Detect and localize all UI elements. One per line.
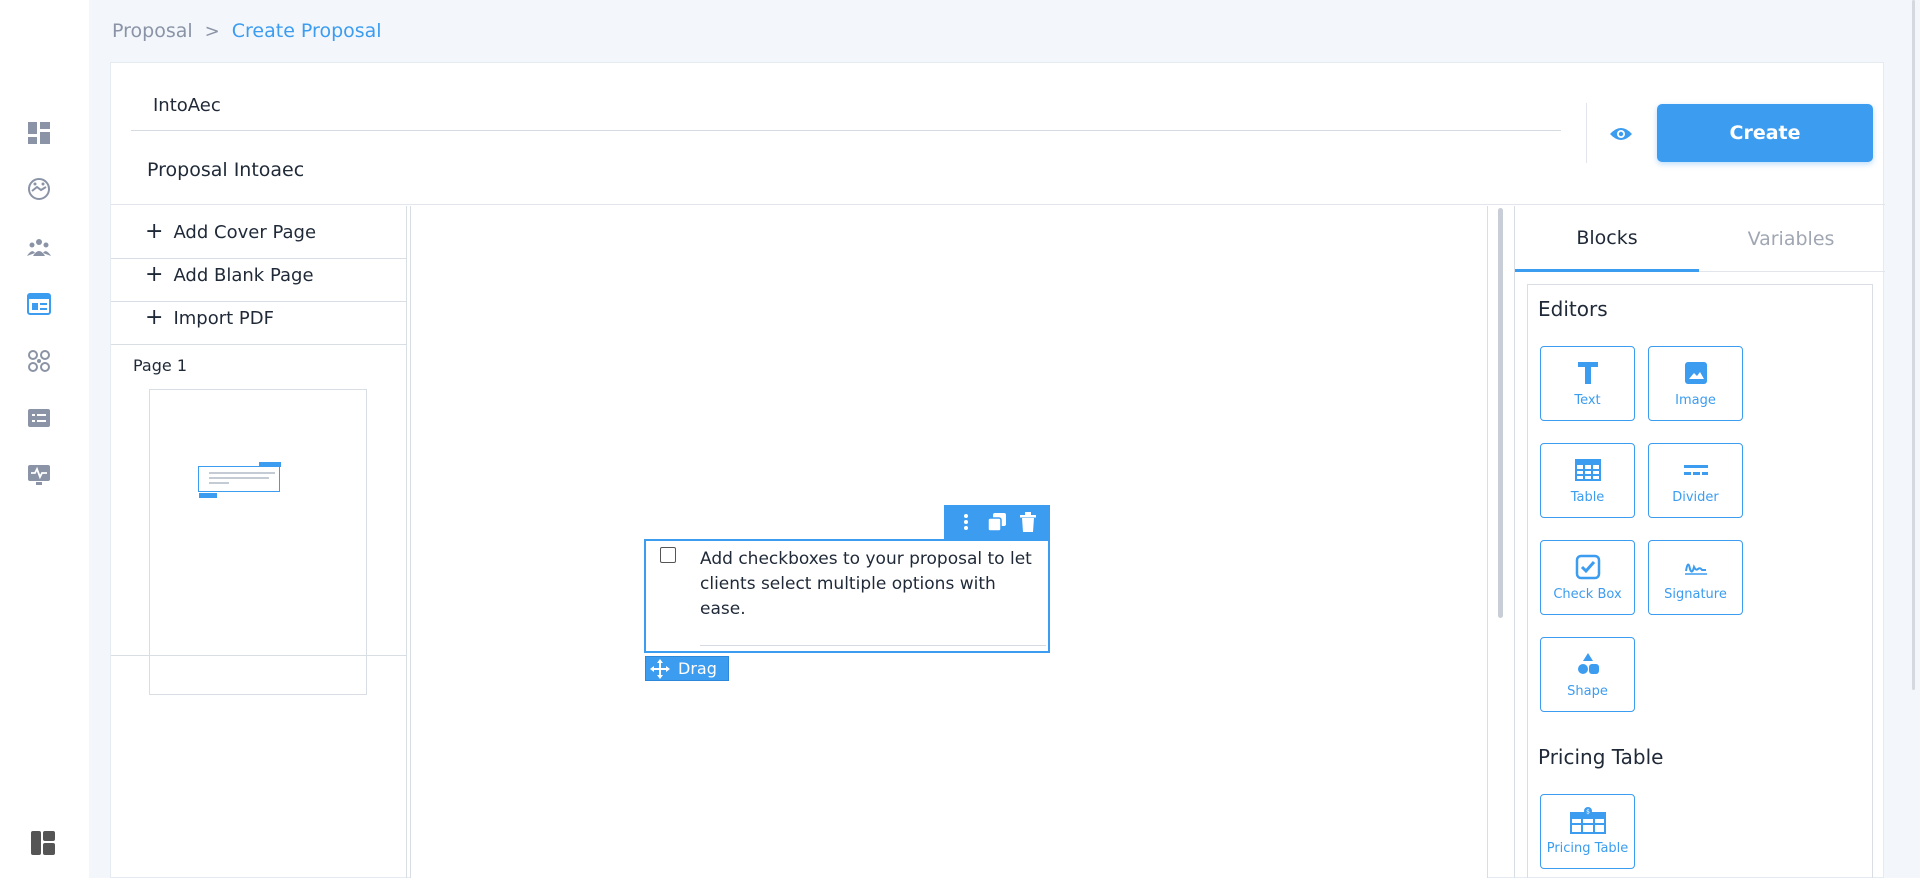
proposal-template-icon [27, 293, 51, 315]
nav-item-integrations[interactable] [24, 346, 54, 376]
move-icon [650, 658, 670, 679]
plus-icon: + [145, 219, 164, 244]
team-icon [27, 239, 51, 256]
blocks-panel: Blocks Variables Editors Text Image Tabl… [1514, 206, 1885, 878]
table-icon [1574, 459, 1601, 481]
block-checkbox-label: Check Box [1553, 587, 1622, 602]
block-shape-label: Shape [1567, 684, 1608, 699]
editor-card: Create + Add Cover Page + Add Blank Page… [110, 62, 1885, 878]
pricing-heading: Pricing Table [1538, 745, 1664, 769]
drag-label: Drag [678, 659, 717, 678]
block-signature[interactable]: Signature [1648, 540, 1743, 615]
divider-icon [1683, 465, 1708, 475]
nav-item-team[interactable] [24, 232, 54, 262]
svg-text:$: $ [1586, 809, 1590, 816]
tab-variables[interactable]: Variables [1699, 206, 1883, 272]
block-text-label: Text [1574, 393, 1601, 408]
block-shape[interactable]: Shape [1540, 637, 1635, 712]
nav-item-dashboard[interactable] [24, 118, 54, 148]
duplicate-block-button[interactable] [984, 509, 1010, 535]
delete-block-button[interactable] [1015, 509, 1041, 535]
block-image-label: Image [1675, 393, 1716, 408]
checkbox-block-text[interactable]: Add checkboxes to your proposal to let c… [700, 547, 1046, 622]
tab-blocks[interactable]: Blocks [1515, 206, 1699, 272]
integrations-icon [28, 350, 50, 372]
sidebar-nav [0, 0, 89, 878]
nav-item-clients[interactable] [24, 175, 54, 205]
signature-icon [1684, 563, 1707, 575]
image-icon [1684, 362, 1707, 384]
thumbnail-drag-tag [199, 493, 217, 498]
breadcrumb-parent[interactable]: Proposal [112, 20, 193, 42]
blocks-list: Editors Text Image Table Divider Check B… [1527, 284, 1873, 878]
shape-icon [1577, 653, 1599, 674]
pages-panel: + Add Cover Page + Add Blank Page + Impo… [111, 206, 407, 878]
kebab-menu-icon [963, 514, 968, 530]
breadcrumb-current: Create Proposal [231, 20, 382, 42]
handshake-icon [28, 178, 50, 200]
block-toolbar [944, 505, 1050, 539]
import-pdf-button[interactable]: + Import PDF [111, 292, 407, 345]
plus-icon: + [145, 305, 164, 330]
canvas-scrollbar[interactable] [1498, 208, 1503, 618]
thumbnail-text-line [209, 472, 275, 474]
import-pdf-label: Import PDF [173, 307, 274, 329]
nav-item-list[interactable] [24, 403, 54, 433]
page-thumbnail[interactable] [149, 389, 367, 695]
plus-icon: + [145, 262, 164, 287]
thumbnail-block [198, 462, 281, 498]
proposal-title-input[interactable] [131, 147, 1561, 193]
block-pricing-table-label: Pricing Table [1546, 841, 1629, 856]
block-image[interactable]: Image [1648, 346, 1743, 421]
copy-icon [987, 513, 1006, 532]
panel-tabs: Blocks Variables [1515, 206, 1885, 272]
block-divider[interactable]: Divider [1648, 443, 1743, 518]
pages-divider [111, 655, 407, 656]
block-divider-label: Divider [1672, 490, 1719, 505]
block-signature-label: Signature [1664, 587, 1727, 602]
add-cover-page-label: Add Cover Page [173, 221, 317, 243]
checkbox-icon [1575, 554, 1600, 580]
checkbox-block[interactable]: Add checkboxes to your proposal to let c… [644, 539, 1050, 653]
block-checkbox-input[interactable] [660, 547, 676, 563]
text-underline [700, 645, 1046, 646]
header-divider [1586, 103, 1587, 163]
text-icon [1577, 362, 1598, 384]
preview-button[interactable] [1605, 119, 1637, 149]
nav-item-proposals[interactable] [24, 289, 54, 319]
page-scrollbar[interactable] [1912, 0, 1915, 690]
dashboard-icon [28, 122, 50, 144]
trash-icon [1020, 512, 1037, 532]
eye-icon [1610, 128, 1632, 140]
block-text[interactable]: Text [1540, 346, 1635, 421]
client-name-input[interactable] [131, 81, 1561, 131]
page-label: Page 1 [133, 356, 187, 375]
chevron-right-icon: > [204, 20, 220, 42]
layout-toggle-icon [31, 831, 55, 855]
pricing-table-icon: $ [1569, 807, 1606, 834]
thumbnail-text-line [209, 477, 269, 479]
editors-heading: Editors [1538, 297, 1608, 321]
nav-item-activity[interactable] [24, 460, 54, 490]
block-pricing-table[interactable]: $ Pricing Table [1540, 794, 1635, 869]
create-button[interactable]: Create [1657, 104, 1873, 162]
drag-handle[interactable]: Drag [645, 656, 729, 681]
nav-layout-toggle[interactable] [28, 828, 58, 858]
proposal-header: Create [111, 63, 1885, 205]
thumbnail-text-line [209, 482, 229, 484]
list-icon [28, 409, 50, 427]
thumbnail-toolbar [259, 462, 281, 467]
block-table[interactable]: Table [1540, 443, 1635, 518]
breadcrumb: Proposal > Create Proposal [112, 20, 382, 42]
block-checkbox[interactable]: Check Box [1540, 540, 1635, 615]
add-blank-page-label: Add Blank Page [173, 264, 314, 286]
activity-monitor-icon [28, 465, 50, 485]
block-table-label: Table [1570, 490, 1605, 505]
more-options-button[interactable] [953, 509, 979, 535]
